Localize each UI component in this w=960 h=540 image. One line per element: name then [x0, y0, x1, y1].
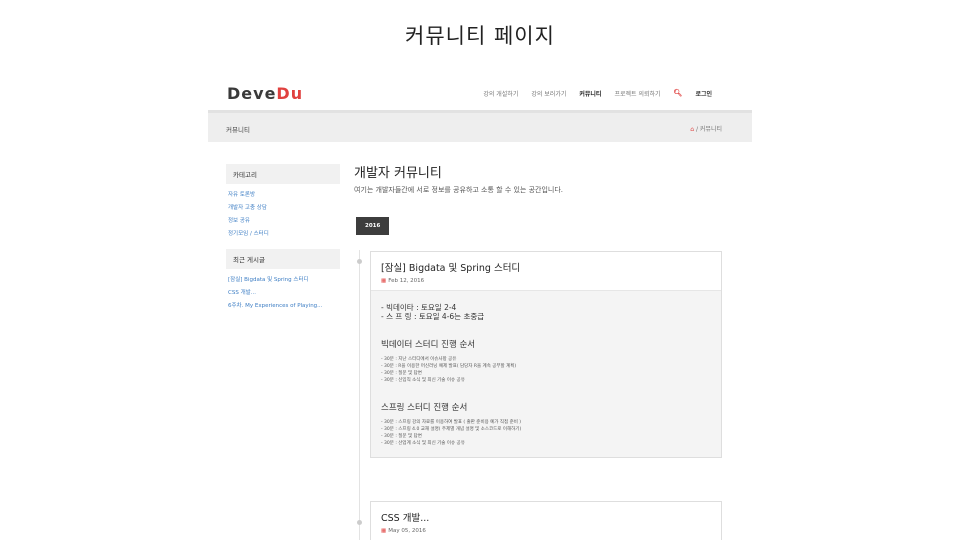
navbar: DeveDu 강의 개설하기 강의 보러가기 커뮤니티 프로젝트 의뢰하기 🔍︎…: [208, 76, 752, 110]
main-nav: 강의 개설하기 강의 보러가기 커뮤니티 프로젝트 의뢰하기 🔍︎ 로그인: [483, 89, 712, 98]
category-link[interactable]: 개발자 고충 상담: [226, 203, 340, 211]
post-header: CSS 개발... ▦ May 05, 2016: [371, 502, 721, 540]
timeline-line: [359, 250, 360, 540]
schedule-line: - 스 프 링 : 토요일 4-6는 초중급: [381, 312, 485, 321]
sidebar: 카테고리 자유 토론방 개발자 고충 상담 정보 공유 정기모임 / 스터디 최…: [226, 164, 340, 314]
section-line: - 30분 : 신입직 소식 및 최신 기술 이슈 공유: [381, 378, 465, 383]
section-line: - 30분 : 지난 스터디에서 이슈사항 공유: [381, 357, 457, 362]
post-date-text: Feb 12, 2016: [388, 278, 425, 284]
login-link[interactable]: 로그인: [695, 89, 712, 98]
recent-post-link[interactable]: 6주차. My Experiences of Playing...: [226, 301, 340, 309]
nav-project-request[interactable]: 프로젝트 의뢰하기: [614, 89, 660, 98]
post-card[interactable]: [잠실] Bigdata 및 Spring 스터디 ▦ Feb 12, 2016 …: [370, 251, 722, 458]
post-header: [잠실] Bigdata 및 Spring 스터디 ▦ Feb 12, 2016: [371, 252, 721, 290]
post-date: ▦ Feb 12, 2016: [381, 278, 711, 284]
nav-watch-course[interactable]: 강의 보러가기: [531, 89, 566, 98]
section-title: 빅데이터 스터디 진행 순서: [381, 340, 476, 350]
section-title: 스프링 스터디 진행 순서: [381, 403, 468, 413]
recent-posts-heading: 최근 게시글: [226, 249, 340, 269]
category-link[interactable]: 정보 공유: [226, 216, 340, 224]
search-icon[interactable]: 🔍︎: [674, 89, 683, 98]
category-link[interactable]: 자유 토론방: [226, 190, 340, 198]
post-date: ▦ May 05, 2016: [381, 528, 711, 534]
breadcrumb-bar: 커뮤니티 ⌂ / 커뮤니티: [208, 110, 752, 142]
nav-community[interactable]: 커뮤니티: [579, 89, 601, 98]
nav-open-course[interactable]: 강의 개설하기: [483, 89, 518, 98]
logo[interactable]: DeveDu: [227, 84, 303, 103]
section-line: - 30분 : 산업계 소식 및 최신 기술 이슈 공유: [381, 441, 465, 446]
post-date-text: May 05, 2016: [388, 528, 426, 534]
study-schedule: - 빅데이타 : 토요일 2-4 - 스 프 링 : 토요일 4-6는 초중급: [381, 303, 711, 321]
post-card[interactable]: CSS 개발... ▦ May 05, 2016: [370, 501, 722, 540]
breadcrumb-current: 커뮤니티: [699, 126, 722, 133]
home-icon[interactable]: ⌂: [690, 126, 694, 133]
logo-part-1: Deve: [227, 84, 277, 103]
section-line: - 30분 : 질문 및 답변: [381, 371, 422, 376]
calendar-icon: ▦: [381, 278, 387, 284]
schedule-line: - 빅데이타 : 토요일 2-4: [381, 303, 457, 312]
page-title: 개발자 커뮤니티: [354, 166, 442, 181]
slide-title: 커뮤니티 페이지: [405, 24, 555, 48]
section-line: - 30분 : 스프링 강의 자료를 이용하여 발표 ( 출판 준비용 예가 직…: [381, 420, 522, 425]
section-line: - 30분 : R을 이용한 머신러닝 예제 발표( 담당자 R을 계속 공부할…: [381, 364, 517, 369]
website-screenshot: DeveDu 강의 개설하기 강의 보러가기 커뮤니티 프로젝트 의뢰하기 🔍︎…: [208, 76, 752, 540]
logo-part-2: Du: [276, 84, 304, 103]
recent-post-link[interactable]: [잠실] Bigdata 및 Spring 스터디: [226, 275, 340, 283]
breadcrumb: ⌂ / 커뮤니티: [690, 126, 722, 133]
timeline-dot: [357, 520, 362, 525]
section-line: - 30분 : 스프링 4.0 교재 설명( 주제별 개념 설명 및 소스코드로…: [381, 427, 522, 432]
post-title[interactable]: CSS 개발...: [381, 510, 711, 524]
section-line: - 30분 : 질문 및 답변: [381, 434, 422, 439]
year-badge: 2016: [356, 217, 390, 235]
timeline-dot: [357, 259, 362, 264]
post-title[interactable]: [잠실] Bigdata 및 Spring 스터디: [381, 260, 711, 274]
category-heading: 카테고리: [226, 164, 340, 184]
page-name: 커뮤니티: [226, 126, 250, 134]
page-intro: 여기는 개발자들간에 서로 정보를 공유하고 소통 할 수 있는 공간입니다.: [354, 186, 564, 194]
post-body: - 빅데이타 : 토요일 2-4 - 스 프 링 : 토요일 4-6는 초중급 …: [371, 290, 721, 457]
calendar-icon: ▦: [381, 528, 387, 534]
category-link[interactable]: 정기모임 / 스터디: [226, 229, 340, 237]
recent-post-link[interactable]: CSS 개발...: [226, 288, 340, 296]
main-content: 개발자 커뮤니티 여기는 개발자들간에 서로 정보를 공유하고 소통 할 수 있…: [354, 162, 734, 235]
